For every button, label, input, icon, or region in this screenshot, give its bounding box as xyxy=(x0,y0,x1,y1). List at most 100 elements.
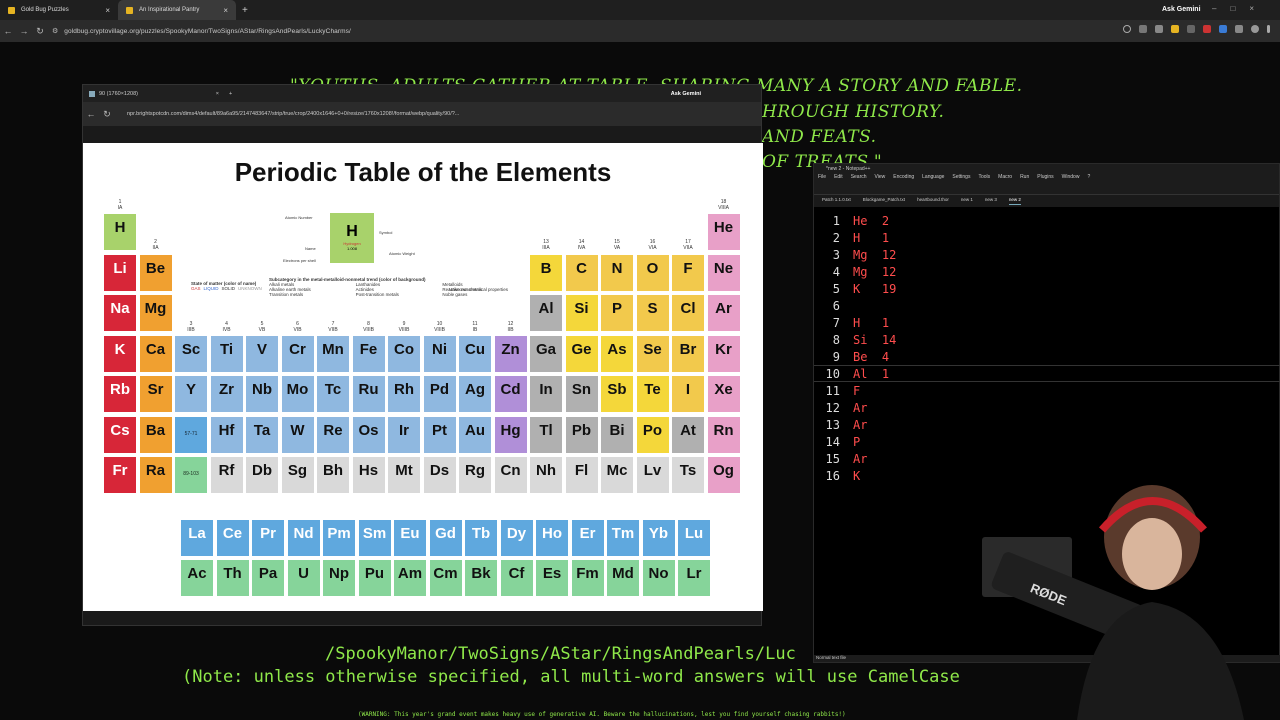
group-roman-text: VIIIB xyxy=(434,327,445,333)
menu-item-language[interactable]: Language xyxy=(922,174,944,183)
editor-line[interactable]: 4 Mg 12 xyxy=(814,263,1280,280)
line-text: He 2 xyxy=(853,213,890,228)
editor-line[interactable]: 14 P xyxy=(814,433,1280,450)
ask-gemini-button[interactable]: Ask Gemini xyxy=(1162,6,1201,13)
element-symbol: Al xyxy=(538,300,554,317)
new-tab-icon[interactable]: + xyxy=(229,91,232,97)
close-tab-icon[interactable]: × xyxy=(105,6,110,15)
menu-icon[interactable] xyxy=(1267,25,1270,33)
group-roman-text: IIIA xyxy=(542,245,550,251)
back-icon[interactable]: ← xyxy=(0,26,16,36)
editor-line[interactable]: 3 Mg 12 xyxy=(814,246,1280,263)
menu-item-?[interactable]: ? xyxy=(1087,174,1090,183)
extension-icon[interactable] xyxy=(1187,25,1195,33)
editor-line[interactable]: 8 Si 14 xyxy=(814,331,1280,348)
menu-item-view[interactable]: View xyxy=(875,174,886,183)
close-tab-icon[interactable]: × xyxy=(216,91,219,97)
tab-gold-bug[interactable]: Gold Bug Puzzles × xyxy=(0,0,118,20)
element-symbol: Cs xyxy=(110,421,130,439)
forward-icon[interactable]: → xyxy=(16,26,32,36)
editor-line[interactable]: 2 H 1 xyxy=(814,229,1280,246)
element-la: La xyxy=(180,518,214,557)
element-symbol: No xyxy=(648,565,669,582)
notepad-tab[interactable]: heartbound.thor xyxy=(917,197,949,205)
extension-icon[interactable] xyxy=(1203,25,1211,33)
legend-liquid: LIQUID xyxy=(203,286,219,291)
extension-icon[interactable] xyxy=(1219,25,1227,33)
extension-icon[interactable] xyxy=(1155,25,1163,33)
editor-line[interactable]: 10 Al 1 xyxy=(814,365,1280,382)
element-tc: Tc xyxy=(316,375,350,413)
menu-item-macro[interactable]: Macro xyxy=(998,174,1012,183)
editor-line[interactable]: 6 xyxy=(814,297,1280,314)
window-controls[interactable]: –□× xyxy=(1212,4,1268,13)
reload-icon[interactable]: ↻ xyxy=(32,26,48,37)
menu-item-run[interactable]: Run xyxy=(1020,174,1029,183)
editor-line[interactable]: 5 K 19 xyxy=(814,280,1280,297)
element-symbol: Cl xyxy=(680,300,696,317)
subtitle-note: (Note: unless otherwise specified, all m… xyxy=(182,667,960,687)
notepad-tab[interactable]: Patch 1.1.0.txt xyxy=(822,197,851,205)
editor-line[interactable]: 12 Ar xyxy=(814,399,1280,416)
menu-item-search[interactable]: Search xyxy=(851,174,867,183)
legend-posttransition: Post-transition metals xyxy=(355,292,399,297)
tab-inspirational-pantry[interactable]: An Inspirational Pantry × xyxy=(118,0,236,20)
zoom-icon[interactable] xyxy=(1123,25,1131,33)
notepad-tab[interactable]: new 3 xyxy=(985,197,997,205)
menu-item-encoding[interactable]: Encoding xyxy=(893,174,914,183)
key-label-weight: Atomic Weight xyxy=(389,251,415,256)
element-n: N xyxy=(600,253,634,292)
element-symbol: Ti xyxy=(219,340,234,358)
star-icon[interactable] xyxy=(1139,25,1147,33)
close-tab-icon[interactable]: × xyxy=(223,6,228,15)
editor-line[interactable]: 9 Be 4 xyxy=(814,348,1280,365)
inner-url-field[interactable]: npr.brightspotcdn.com/dims4/default/89a6… xyxy=(127,111,459,117)
notepad-tab[interactable]: new 1 xyxy=(961,197,973,205)
url-field[interactable]: goldbug.cryptovillage.org/puzzles/Spooky… xyxy=(64,28,351,35)
editor-line[interactable]: 11 F xyxy=(814,382,1280,399)
notepad-tab[interactable]: new 2 xyxy=(1008,197,1021,205)
menu-item-window[interactable]: Window xyxy=(1062,174,1080,183)
back-icon[interactable]: ← xyxy=(83,109,99,119)
address-bar-row: ← → ↻ ⚙ goldbug.cryptovillage.org/puzzle… xyxy=(0,20,1280,42)
element-i: I xyxy=(671,375,705,413)
ask-gemini-button[interactable]: Ask Gemini xyxy=(671,91,701,97)
menu-item-tools[interactable]: Tools xyxy=(978,174,990,183)
editor-line[interactable]: 7 H 1 xyxy=(814,314,1280,331)
element-symbol: Rb xyxy=(110,381,130,398)
notepad-tab[interactable]: Blockgame_Patch.txt xyxy=(863,197,905,205)
element-symbol: Ir xyxy=(398,421,409,439)
editor-line[interactable]: 15 Ar xyxy=(814,450,1280,467)
new-tab-icon[interactable]: + xyxy=(242,5,248,16)
element-symbol: Md xyxy=(612,565,634,582)
key-symbol: H xyxy=(346,223,358,240)
menu-item-file[interactable]: File xyxy=(818,174,826,183)
reload-icon[interactable]: ↻ xyxy=(99,109,115,120)
extension-icon[interactable] xyxy=(1171,25,1179,33)
profile-icon[interactable] xyxy=(1251,25,1259,33)
element-db: Db xyxy=(245,456,279,494)
editor-line[interactable]: 13 Ar xyxy=(814,416,1280,433)
element-symbol: Pt xyxy=(432,421,447,439)
menu-item-plugins[interactable]: Plugins xyxy=(1037,174,1053,183)
group-roman-text: IIIB xyxy=(187,327,195,333)
element-ne: Ne xyxy=(706,253,741,292)
line-number: 8 xyxy=(832,332,840,347)
element-pm: Pm xyxy=(322,518,356,557)
element-symbol: Ra xyxy=(145,462,166,479)
menu-item-settings[interactable]: Settings xyxy=(952,174,970,183)
element-symbol: Rg xyxy=(465,462,485,479)
element-xe: Xe xyxy=(706,375,741,413)
line-text: K 19 xyxy=(853,281,897,296)
element-ac: Ac xyxy=(180,559,214,597)
editor-line[interactable]: 1 He 2 xyxy=(814,212,1280,229)
menu-item-edit[interactable]: Edit xyxy=(834,174,843,183)
inner-tab-label: 90 (1760×1208) xyxy=(99,90,138,97)
line-number: 9 xyxy=(832,349,840,364)
element-symbol: Db xyxy=(252,462,272,479)
extension-icon[interactable] xyxy=(1235,25,1243,33)
line-text: Al 1 xyxy=(853,366,890,381)
element-symbol: Ho xyxy=(542,524,562,542)
inner-tab[interactable]: 90 (1760×1208) × xyxy=(89,90,219,97)
site-info-icon[interactable]: ⚙ xyxy=(52,27,58,35)
